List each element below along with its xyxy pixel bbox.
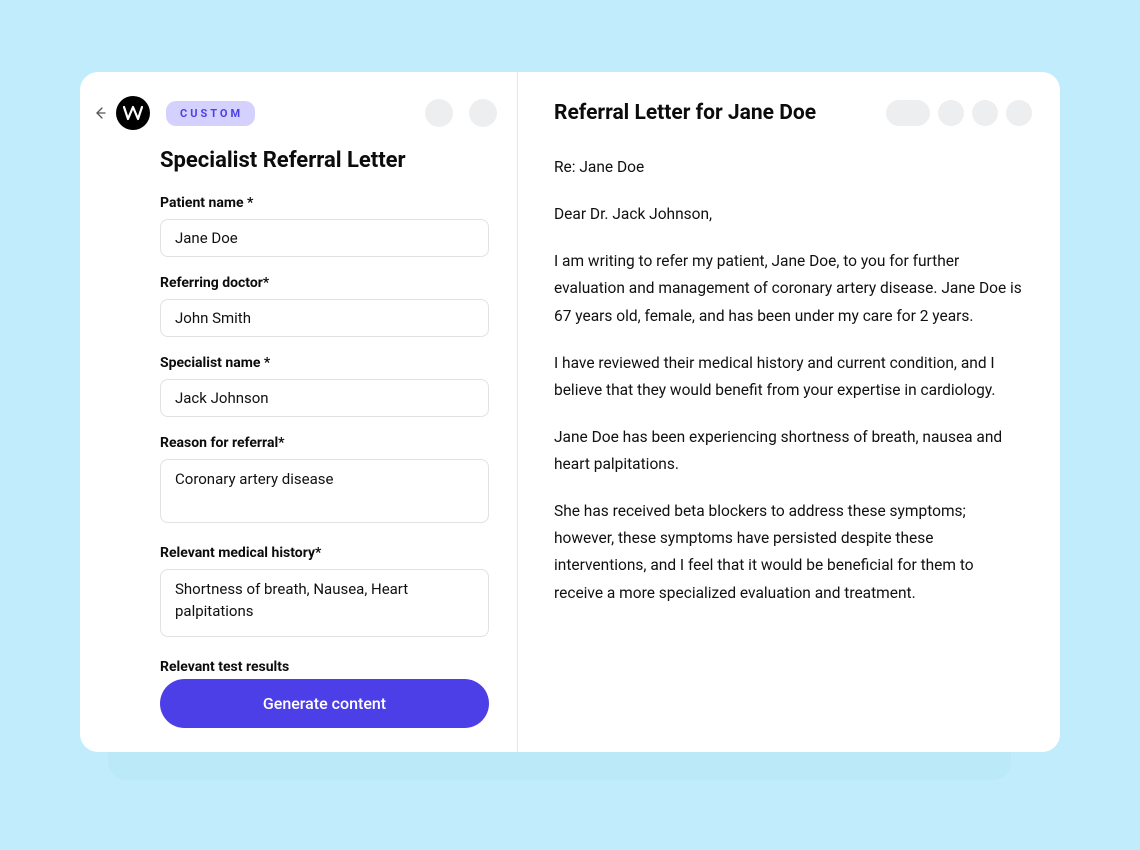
letter-paragraph: I have reviewed their medical history an… — [554, 350, 1024, 404]
output-header: Referral Letter for Jane Doe — [518, 72, 1060, 126]
brand-logo-icon — [116, 96, 150, 130]
header-action-placeholder[interactable] — [469, 99, 497, 127]
letter-paragraph: I am writing to refer my patient, Jane D… — [554, 248, 1024, 329]
generate-wrapper: Generate content — [80, 679, 517, 752]
referring-doctor-label: Referring doctor* — [160, 275, 489, 291]
output-pane: Referral Letter for Jane Doe Re: Jane Do… — [518, 72, 1060, 752]
form-title: Specialist Referral Letter — [160, 148, 489, 173]
output-title: Referral Letter for Jane Doe — [554, 101, 878, 125]
reason-input[interactable] — [160, 459, 489, 523]
output-action-placeholder[interactable] — [972, 100, 998, 126]
back-arrow-icon[interactable] — [94, 107, 106, 119]
patient-name-input[interactable] — [160, 219, 489, 257]
history-label: Relevant medical history* — [160, 545, 489, 561]
referring-doctor-input[interactable] — [160, 299, 489, 337]
form-pane: CUSTOM Specialist Referral Letter Patien… — [80, 72, 518, 752]
letter-paragraph: Jane Doe has been experiencing shortness… — [554, 424, 1024, 478]
form-area: Specialist Referral Letter Patient name … — [80, 130, 517, 679]
letter-re-line: Re: Jane Doe — [554, 154, 1024, 181]
letter-paragraph: She has received beta blockers to addres… — [554, 498, 1024, 607]
generate-button[interactable]: Generate content — [160, 679, 489, 728]
reason-label: Reason for referral* — [160, 435, 489, 451]
custom-badge: CUSTOM — [166, 101, 255, 126]
app-card: CUSTOM Specialist Referral Letter Patien… — [80, 72, 1060, 752]
specialist-name-label: Specialist name * — [160, 355, 489, 371]
tests-label: Relevant test results — [160, 659, 489, 675]
form-header: CUSTOM — [80, 72, 517, 130]
fade-mask — [518, 662, 1060, 752]
patient-name-label: Patient name * — [160, 195, 489, 211]
header-action-placeholder[interactable] — [425, 99, 453, 127]
output-action-placeholder[interactable] — [938, 100, 964, 126]
specialist-name-input[interactable] — [160, 379, 489, 417]
letter-body: Re: Jane Doe Dear Dr. Jack Johnson, I am… — [518, 126, 1060, 752]
history-input[interactable] — [160, 569, 489, 637]
output-action-placeholder[interactable] — [886, 100, 930, 126]
letter-greeting: Dear Dr. Jack Johnson, — [554, 201, 1024, 228]
output-action-placeholder[interactable] — [1006, 100, 1032, 126]
